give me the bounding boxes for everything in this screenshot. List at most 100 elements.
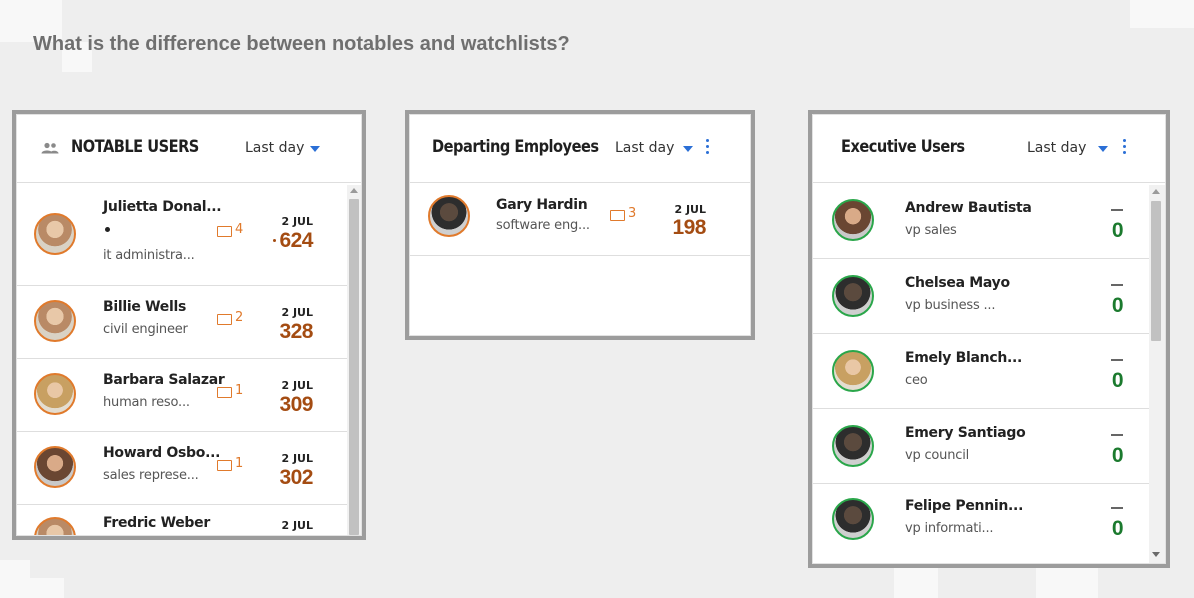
- folder-count: 3: [628, 206, 637, 221]
- list-item[interactable]: Billie Wells civil engineer 2 2 JUL 328: [17, 286, 361, 359]
- period-selector[interactable]: Last day: [615, 140, 674, 156]
- departing-employees-frame: Departing Employees Last day Gary Hardin…: [405, 110, 755, 340]
- executive-users-card: Executive Users Last day Andrew Bautista…: [812, 114, 1166, 564]
- risk-score: 198: [672, 216, 706, 239]
- scroll-down-icon[interactable]: [1152, 552, 1160, 557]
- backdrop-block: [1130, 0, 1194, 28]
- user-name[interactable]: Andrew Bautista: [905, 200, 1032, 216]
- card-title: Executive Users: [841, 137, 965, 157]
- alert-date: 2 JUL: [281, 379, 313, 392]
- trend-dash: [1111, 284, 1123, 286]
- risk-score: 0: [1111, 294, 1124, 317]
- notable-users-card: NOTABLE USERS Last day Julietta Donal...…: [16, 114, 362, 536]
- list-item[interactable]: Howard Osbo... sales represe... 1 2 JUL …: [17, 432, 361, 505]
- list-item[interactable]: Andrew Bautista vp sales 0: [813, 183, 1165, 259]
- user-name[interactable]: Julietta Donal...: [103, 199, 222, 215]
- risk-score: 302: [279, 466, 313, 489]
- user-role: civil engineer: [103, 322, 188, 337]
- departing-employees-card: Departing Employees Last day Gary Hardin…: [409, 114, 751, 336]
- backdrop-block: [30, 578, 64, 598]
- scrollbar[interactable]: [1149, 185, 1165, 563]
- scroll-thumb[interactable]: [1151, 201, 1161, 341]
- user-role: vp business ...: [905, 298, 996, 313]
- alert-date: 2 JUL: [674, 203, 706, 216]
- user-role: vp council: [905, 448, 970, 463]
- scroll-up-icon[interactable]: [350, 188, 358, 193]
- risk-score: 328: [279, 320, 313, 343]
- user-name[interactable]: Billie Wells: [103, 299, 186, 315]
- user-name[interactable]: Emely Blanch...: [905, 350, 1022, 366]
- list-item[interactable]: Felipe Pennin... vp informati... 0: [813, 484, 1165, 559]
- user-role: ceo: [905, 373, 928, 388]
- user-name[interactable]: Howard Osbo...: [103, 445, 220, 461]
- alert-date: 2 JUL: [281, 519, 313, 532]
- folder-icon: [217, 460, 232, 471]
- list-item[interactable]: Julietta Donal... it administra... 4 2 J…: [17, 183, 361, 286]
- risk-score: 0: [1111, 444, 1124, 467]
- scroll-thumb[interactable]: [349, 199, 359, 535]
- user-role: human reso...: [103, 395, 190, 410]
- trend-dash: [1111, 359, 1123, 361]
- card-header: NOTABLE USERS Last day: [17, 115, 361, 183]
- avatar: [832, 199, 874, 241]
- risk-score: 0: [1111, 369, 1124, 392]
- avatar: [832, 498, 874, 540]
- folder-count: 2: [235, 310, 244, 325]
- folder-icon: [217, 387, 232, 398]
- card-title: NOTABLE USERS: [71, 137, 199, 157]
- list-item[interactable]: Gary Hardin software eng... 3 2 JUL 198: [410, 183, 750, 256]
- user-role: vp informati...: [905, 521, 994, 536]
- folder-icon: [217, 226, 232, 237]
- backdrop-block: [0, 560, 30, 598]
- list-item[interactable]: Fredric Weber 2 JUL: [17, 505, 361, 535]
- user-role: it administra...: [103, 248, 195, 263]
- risk-score: 624: [279, 229, 313, 252]
- caret-down-icon[interactable]: [683, 146, 693, 152]
- alert-date: 2 JUL: [281, 306, 313, 319]
- trend-dash: [1111, 209, 1123, 211]
- card-title: Departing Employees: [432, 137, 599, 157]
- list-item[interactable]: Barbara Salazar human reso... 1 2 JUL 30…: [17, 359, 361, 432]
- period-selector[interactable]: Last day: [245, 140, 304, 156]
- folder-icon: [217, 314, 232, 325]
- kebab-menu-icon[interactable]: [1123, 139, 1127, 155]
- user-name[interactable]: Felipe Pennin...: [905, 498, 1023, 514]
- card-header: Departing Employees Last day: [410, 115, 750, 183]
- user-name[interactable]: Emery Santiago: [905, 425, 1026, 441]
- avatar: [832, 425, 874, 467]
- caret-down-icon[interactable]: [310, 146, 320, 152]
- kebab-menu-icon[interactable]: [706, 139, 710, 155]
- folder-count: 1: [235, 456, 244, 471]
- avatar: [832, 350, 874, 392]
- trend-dash: [1111, 434, 1123, 436]
- avatar: [428, 195, 470, 237]
- list-item[interactable]: Emely Blanch... ceo 0: [813, 334, 1165, 409]
- caret-down-icon[interactable]: [1098, 146, 1108, 152]
- status-dot: [105, 227, 110, 232]
- backdrop-block: [1036, 568, 1098, 598]
- user-name[interactable]: Gary Hardin: [496, 197, 588, 213]
- avatar: [34, 213, 76, 255]
- trend-dash: [1111, 507, 1123, 509]
- list-item[interactable]: Chelsea Mayo vp business ... 0: [813, 259, 1165, 334]
- period-selector[interactable]: Last day: [1027, 140, 1086, 156]
- alert-date: 2 JUL: [281, 215, 313, 228]
- user-role: sales represe...: [103, 468, 199, 483]
- risk-score: 0: [1111, 517, 1124, 540]
- avatar: [34, 373, 76, 415]
- list-item[interactable]: Emery Santiago vp council 0: [813, 409, 1165, 484]
- page-question: What is the difference between notables …: [33, 33, 570, 55]
- avatar: [832, 275, 874, 317]
- user-name[interactable]: Fredric Weber: [103, 515, 210, 531]
- card-header: Executive Users Last day: [813, 115, 1165, 183]
- user-role: vp sales: [905, 223, 957, 238]
- user-name[interactable]: Barbara Salazar: [103, 372, 225, 388]
- people-icon: [41, 142, 59, 154]
- risk-score: 309: [279, 393, 313, 416]
- alert-date: 2 JUL: [281, 452, 313, 465]
- scroll-up-icon[interactable]: [1152, 189, 1160, 194]
- scrollbar[interactable]: [347, 185, 361, 535]
- user-name[interactable]: Chelsea Mayo: [905, 275, 1010, 291]
- user-role: software eng...: [496, 218, 590, 233]
- folder-icon: [610, 210, 625, 221]
